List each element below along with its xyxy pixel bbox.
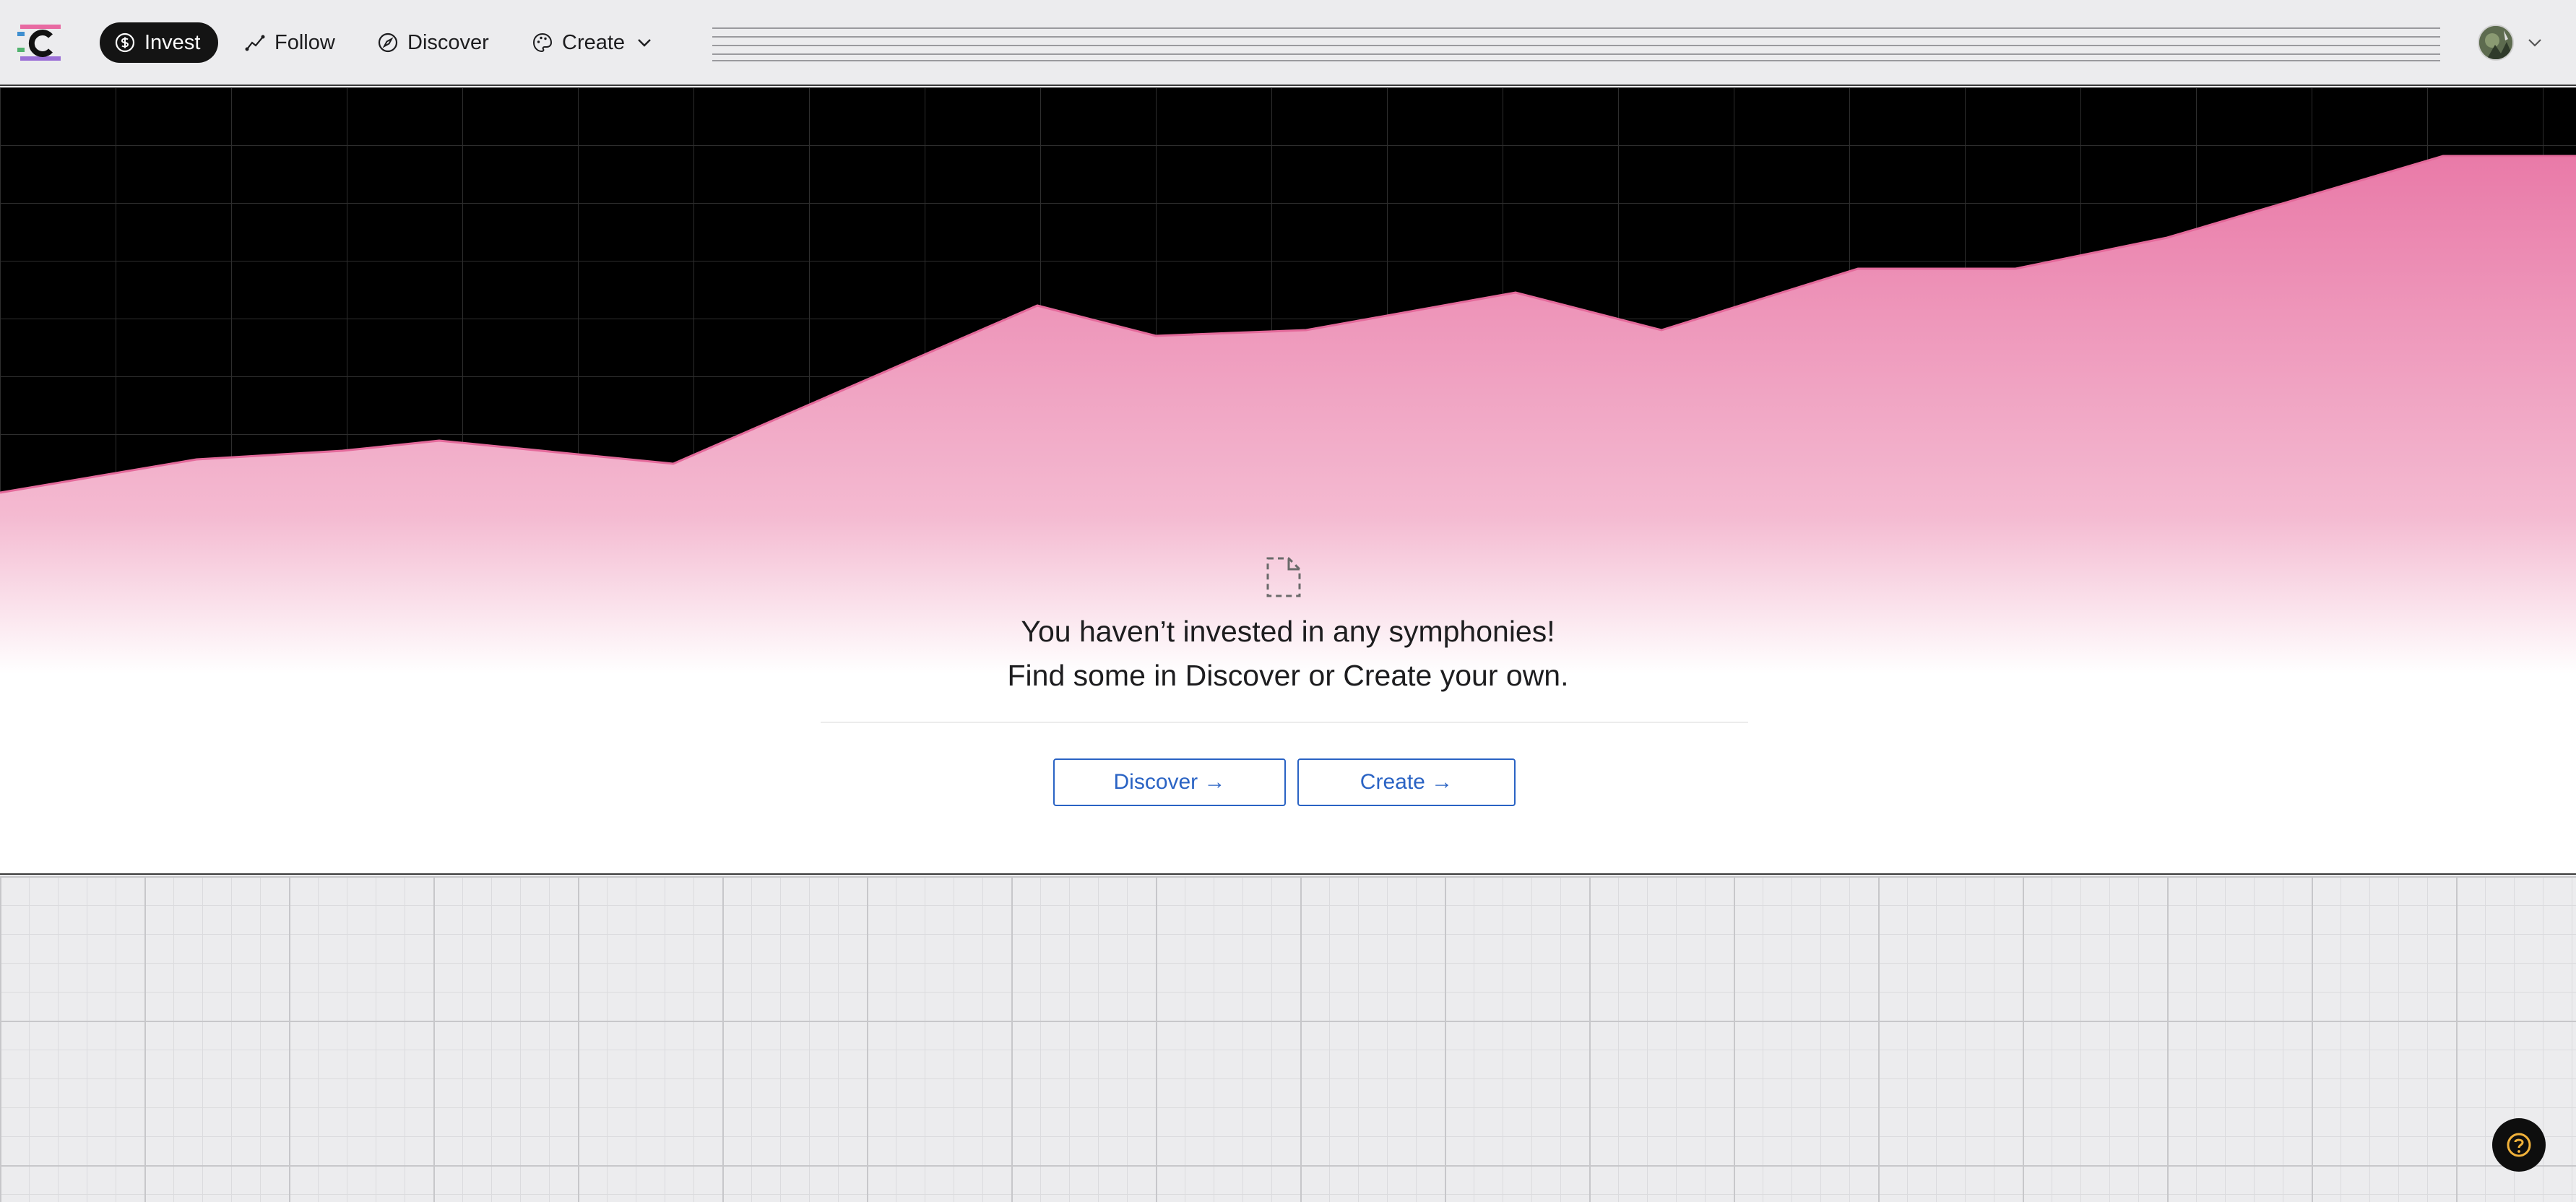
nav-tab-follow-label: Follow xyxy=(275,30,335,54)
decorative-performance-chart xyxy=(0,87,2576,873)
header-decorative-lines xyxy=(712,27,2440,61)
portfolio-hero-panel: You haven’t invested in any symphonies! … xyxy=(0,87,2576,875)
dollar-circle-icon xyxy=(115,33,135,53)
app-page: Invest Follow Discover Create You haven’… xyxy=(0,0,2576,1202)
chevron-down-icon[interactable] xyxy=(2524,32,2546,53)
avatar[interactable] xyxy=(2478,25,2514,61)
nav-tab-create-label: Create xyxy=(562,30,626,54)
help-button[interactable] xyxy=(2492,1118,2546,1172)
create-button[interactable]: Create → xyxy=(1297,758,1516,806)
discover-button[interactable]: Discover → xyxy=(1053,758,1286,806)
chevron-down-icon[interactable] xyxy=(634,32,655,53)
trend-line-icon xyxy=(245,35,265,51)
avatar-image xyxy=(2479,26,2512,59)
nav-tab-follow[interactable]: Follow xyxy=(230,22,353,63)
nav-tab-discover-label: Discover xyxy=(407,30,489,54)
nav-tab-create[interactable]: Create xyxy=(517,22,670,63)
background-grid-area xyxy=(0,876,2576,1202)
question-circle-icon xyxy=(2507,1133,2531,1157)
divider xyxy=(821,722,1748,723)
nav-tab-invest[interactable]: Invest xyxy=(100,22,218,63)
empty-state-message-line1: You haven’t invested in any symphonies! xyxy=(1021,615,1555,648)
compass-icon xyxy=(378,33,398,53)
palette-icon xyxy=(532,33,553,53)
composer-logo-icon[interactable] xyxy=(16,22,66,64)
nav-tab-invest-label: Invest xyxy=(144,30,201,54)
empty-state-message-line2: Find some in Discover or Create your own… xyxy=(1007,659,1569,692)
account-menu[interactable] xyxy=(2478,23,2546,62)
nav-tab-discover[interactable]: Discover xyxy=(363,22,507,63)
dashed-file-icon xyxy=(1266,557,1301,597)
top-navigation-bar: Invest Follow Discover Create xyxy=(0,0,2576,86)
